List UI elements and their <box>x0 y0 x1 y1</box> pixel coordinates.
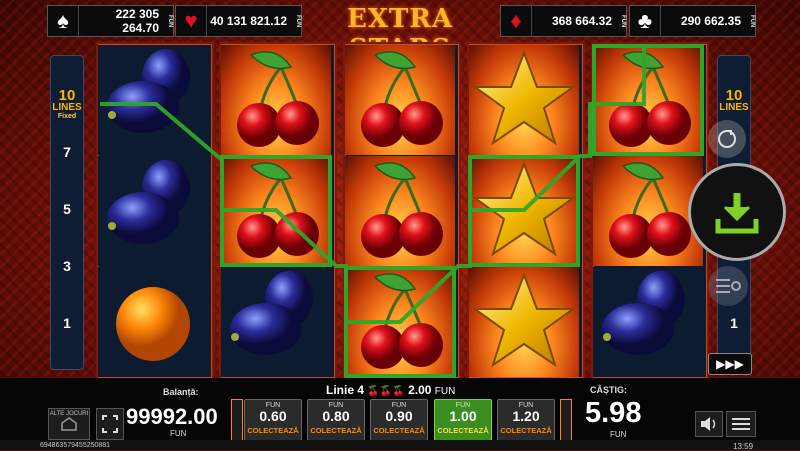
bet-value: 0.80 <box>322 408 350 424</box>
bet-value: 1.00 <box>449 408 477 424</box>
download-icon <box>715 193 759 234</box>
cherry-icons: 🍒🍒🍒 <box>367 386 405 397</box>
bet-button[interactable]: FUN 0.80 COLECTEAZĂ <box>307 399 365 441</box>
fullscreen-icon <box>102 415 118 433</box>
bet-button[interactable]: FUN 0.90 COLECTEAZĂ <box>370 399 428 441</box>
bet-button[interactable]: FUN 0.60 COLECTEAZĂ <box>244 399 302 441</box>
home-icon <box>61 417 77 431</box>
bet-value: 0.60 <box>259 408 287 424</box>
bet-action: COLECTEAZĂ <box>373 426 425 435</box>
bet-scroll-left[interactable] <box>231 399 243 441</box>
fullscreen-button[interactable] <box>96 408 124 440</box>
speaker-icon <box>701 417 716 431</box>
autoplay-button[interactable]: ▶▶▶ <box>708 353 752 375</box>
settings-icon <box>716 279 741 293</box>
menu-button[interactable] <box>726 411 756 437</box>
bet-button[interactable]: FUN 1.00 COLECTEAZĂ <box>434 399 492 441</box>
win-currency: FUN <box>610 430 627 439</box>
other-games-button[interactable]: ALTE JOCURI <box>48 408 90 440</box>
balance-value: 99992.00 <box>126 404 218 429</box>
bet-value: 0.90 <box>385 408 413 424</box>
download-button[interactable] <box>688 163 786 261</box>
menu-icon <box>732 418 750 430</box>
settings-button[interactable] <box>708 266 748 306</box>
win-line-info: Linie 4 🍒🍒🍒 2.00 FUN <box>326 383 455 397</box>
status-strip <box>0 440 800 450</box>
refresh-icon <box>718 130 736 148</box>
bet-value: 1.20 <box>512 408 540 424</box>
win-value: 5.98 <box>585 397 642 429</box>
win-line-amount: 2.00 <box>408 383 432 397</box>
sound-button[interactable] <box>695 411 723 437</box>
balance-label: Balanță: <box>163 387 199 397</box>
bet-action: COLECTEAZĂ <box>437 426 489 435</box>
win-line-label: Linie 4 <box>326 383 365 397</box>
win-label: CÂȘTIG: <box>590 385 627 395</box>
bet-action: COLECTEAZĂ <box>247 426 299 435</box>
ticket-id: 694863579455250881 <box>40 442 111 449</box>
bet-button[interactable]: FUN 1.20 COLECTEAZĂ <box>497 399 555 441</box>
bet-action: COLECTEAZĂ <box>500 426 552 435</box>
bet-scroll-right[interactable] <box>560 399 572 441</box>
bet-action: COLECTEAZĂ <box>310 426 362 435</box>
replay-button[interactable] <box>708 120 746 158</box>
win-line-currency: FUN <box>434 386 456 397</box>
balance-currency: FUN <box>170 429 187 438</box>
